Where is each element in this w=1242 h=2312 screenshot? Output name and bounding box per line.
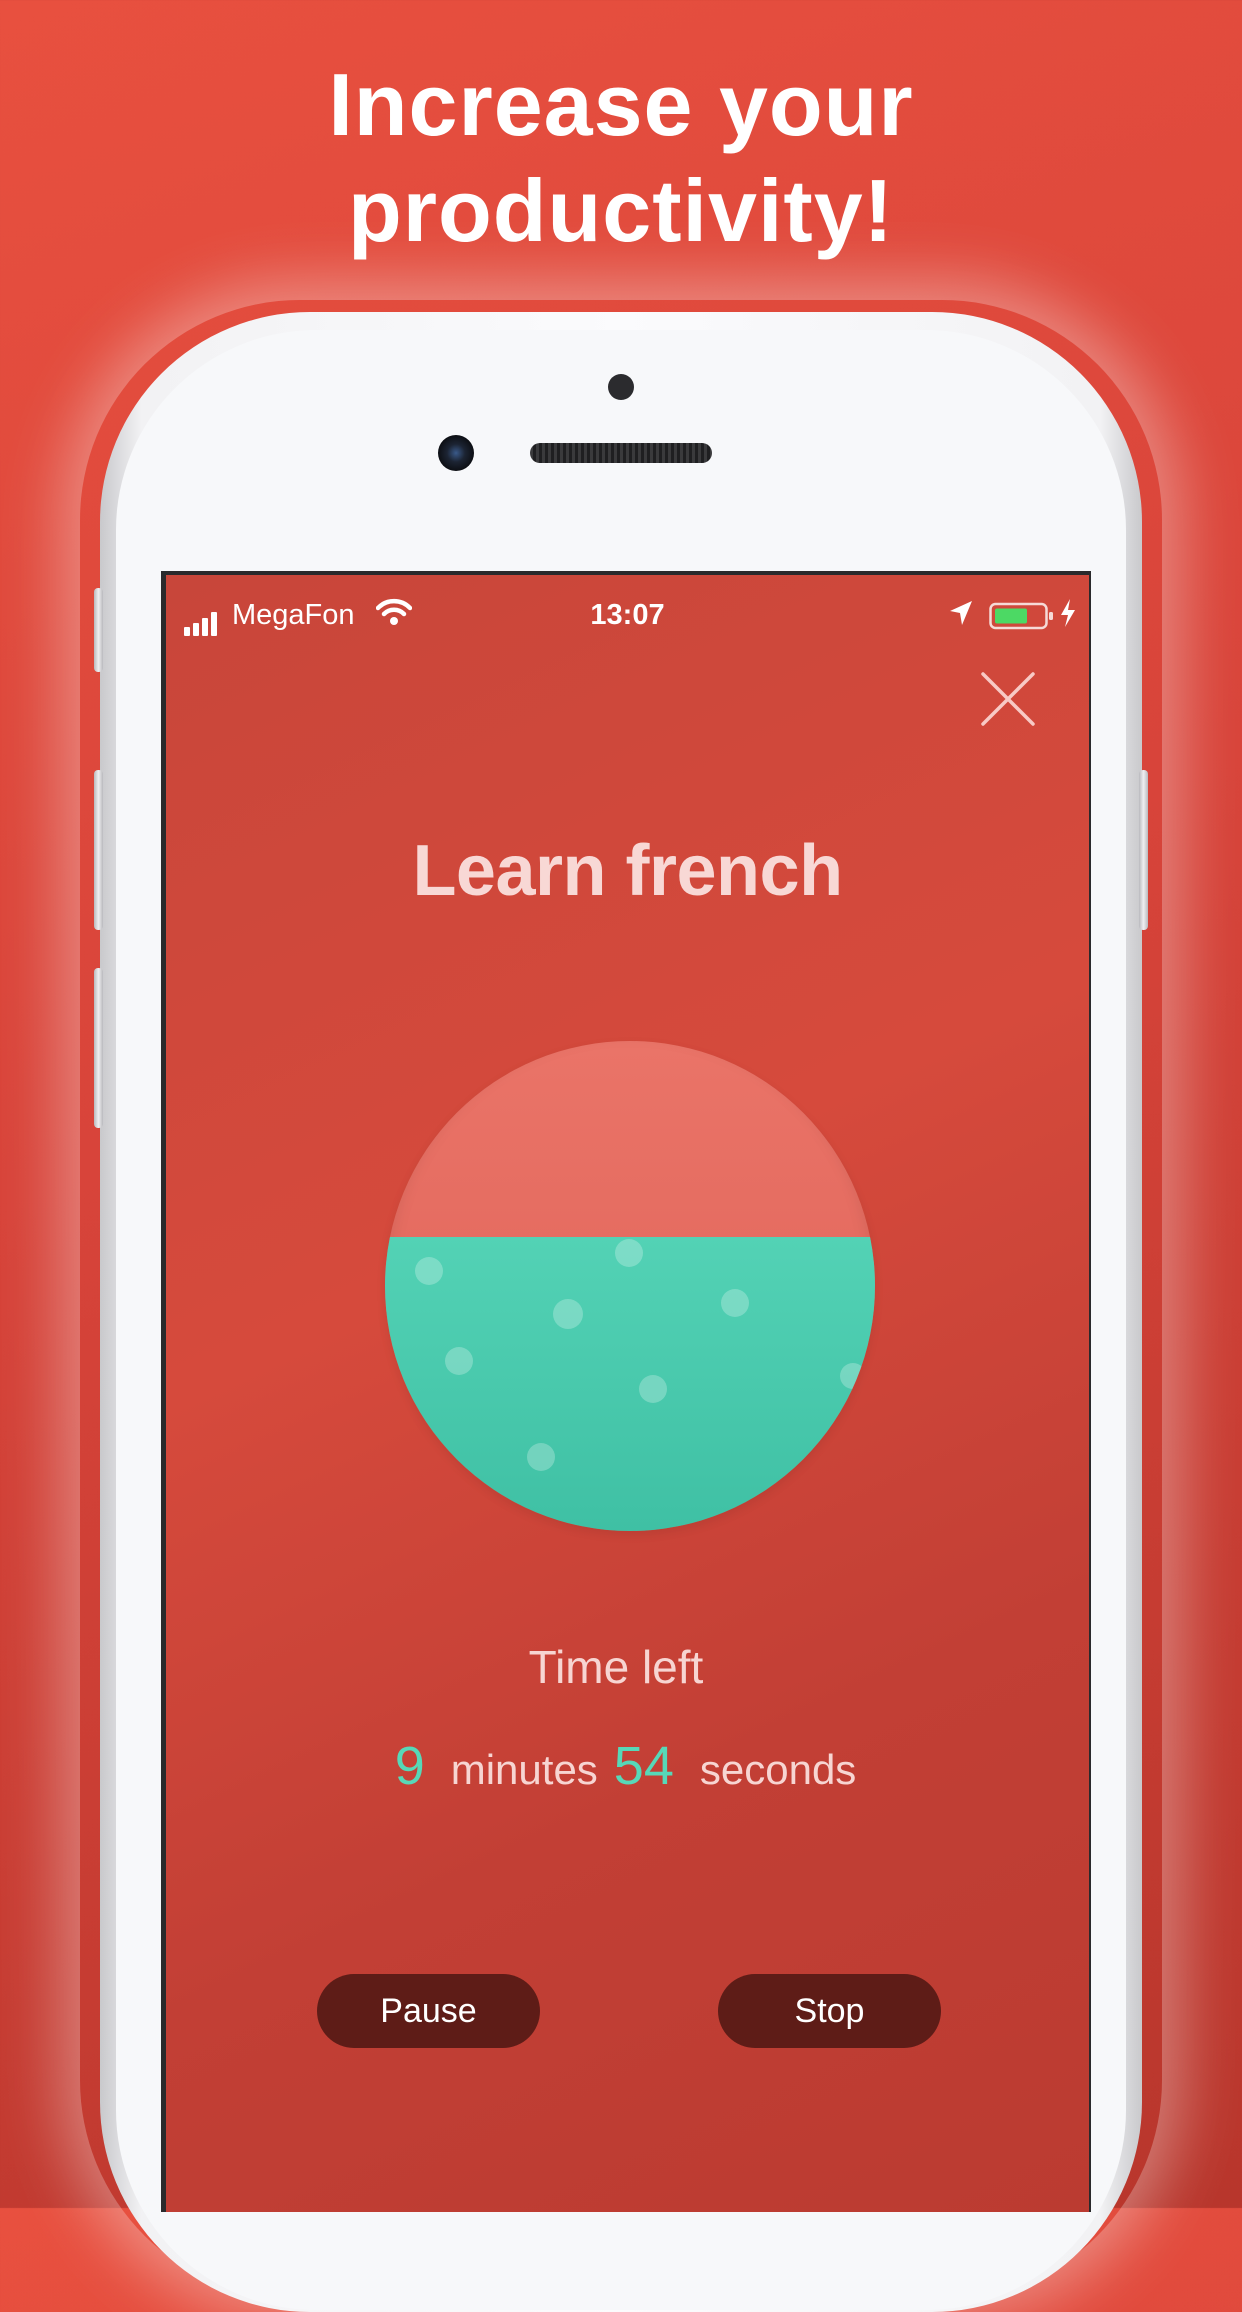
headline: Increase your productivity! (0, 52, 1242, 264)
pause-button[interactable]: Pause (317, 1974, 540, 2048)
minutes-label: minutes (450, 1746, 598, 1793)
minutes-value: 9 (394, 1736, 425, 1796)
task-title: Learn french (412, 831, 843, 911)
bubble (445, 1347, 473, 1375)
progress-water (385, 1237, 875, 1531)
location-arrow-icon (948, 599, 974, 635)
stop-button[interactable]: Stop (718, 1974, 941, 2048)
headline-line-1: Increase your (328, 55, 914, 154)
battery-icon (989, 601, 1055, 639)
mute-switch (94, 588, 103, 672)
proximity-sensor (608, 374, 634, 400)
close-icon[interactable] (979, 670, 1037, 728)
bubble (527, 1443, 555, 1471)
progress-ball (385, 1041, 875, 1531)
bubble (553, 1299, 583, 1329)
bubble (721, 1289, 749, 1317)
bubble (415, 1257, 443, 1285)
volume-up-button (94, 770, 103, 930)
status-bar: MegaFon 13:07 (166, 589, 1089, 639)
app-screen: MegaFon 13:07 Learn french Time left 9 m… (161, 571, 1091, 2212)
time-left-label: Time left (528, 1641, 704, 1693)
front-camera (438, 435, 474, 471)
headline-line-2: productivity! (348, 161, 894, 260)
power-button (1139, 770, 1148, 930)
seconds-value: 54 (613, 1736, 674, 1796)
earpiece-speaker (530, 443, 712, 463)
volume-down-button (94, 968, 103, 1128)
bubble (840, 1363, 866, 1389)
bubble (639, 1375, 667, 1403)
countdown: 9 minutes 54 seconds (166, 1735, 1089, 1797)
charging-bolt-icon (1059, 598, 1077, 636)
seconds-label: seconds (699, 1746, 857, 1793)
bubble (615, 1239, 643, 1267)
